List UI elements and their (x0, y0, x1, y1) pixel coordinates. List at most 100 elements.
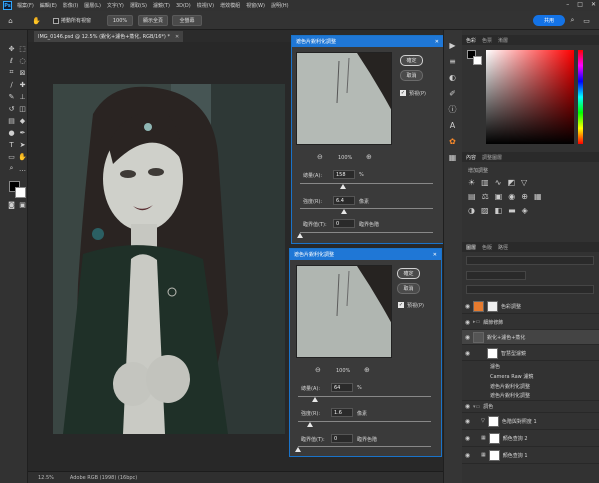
dialog-title-bar[interactable]: 遮色片銳利化調整 ✕ (290, 249, 441, 260)
info-icon[interactable]: ⓘ (447, 104, 458, 115)
libraries-icon[interactable]: ▦ (447, 152, 458, 163)
posterize-icon[interactable]: ▨ (481, 206, 489, 215)
layer-filter-bar[interactable] (466, 256, 594, 265)
eyedropper-icon[interactable]: ∕ (7, 80, 16, 89)
photo-filter-icon[interactable]: ◉ (508, 192, 515, 201)
threshold-slider-knob[interactable] (295, 447, 301, 452)
balance-icon[interactable]: ⚖ (482, 192, 489, 201)
filter-row[interactable]: 遮色片銳利化調整 (462, 391, 599, 401)
tab-gradients[interactable]: 漸層 (498, 37, 508, 44)
layer-row[interactable]: ◉ ▦ 顏色查詢 1 (462, 447, 599, 464)
history-brush-icon[interactable]: ↺ (7, 104, 16, 113)
threshold-slider-track[interactable] (300, 232, 433, 233)
blur-tool-icon[interactable]: ◆ (18, 116, 27, 125)
preview-checkbox[interactable]: ✓ (400, 90, 406, 96)
pen-tool-icon[interactable]: ✒ (18, 128, 27, 137)
workspace-icon[interactable]: ▭ (582, 16, 591, 25)
share-button[interactable]: 共用 (533, 15, 565, 26)
dodge-tool-icon[interactable]: ● (7, 128, 16, 137)
menu-help[interactable]: 說明(H) (271, 2, 289, 9)
layer-row[interactable]: ◉ ▦ 顏色查詢 2 (462, 430, 599, 447)
hand-tool-icon[interactable]: ✋ (32, 16, 41, 25)
preview-checkbox[interactable]: ✓ (398, 302, 404, 308)
lookup-icon[interactable]: ▦ (534, 192, 542, 201)
layer-row[interactable]: ◉ 色彩調整 (462, 299, 599, 314)
visibility-eye-icon[interactable]: ◉ (462, 435, 473, 442)
tab-color[interactable]: 色彩 (466, 37, 476, 44)
threshold-field[interactable]: 0 (331, 434, 353, 443)
threshold-field[interactable]: 0 (333, 219, 355, 228)
visibility-eye-icon[interactable]: ◉ (462, 452, 473, 459)
filter-preview[interactable] (296, 52, 392, 145)
brightness-icon[interactable]: ☀ (468, 178, 475, 187)
properties-icon[interactable]: ≡ (447, 56, 458, 67)
rectangle-tool-icon[interactable]: ▭ (7, 152, 16, 161)
search-icon[interactable]: ⌕ (568, 16, 577, 25)
layer-row[interactable]: ◉ 智慧型濾鏡 (462, 346, 599, 361)
amount-slider-knob[interactable] (339, 184, 346, 189)
ok-button[interactable]: 確定 (400, 55, 423, 66)
visibility-eye-icon[interactable]: ◉ (462, 418, 473, 425)
menu-edit[interactable]: 編輯(E) (40, 2, 57, 9)
menu-file[interactable]: 檔案(F) (17, 2, 34, 9)
document-tab[interactable]: IMG_0146.psd @ 12.5% (銳化+濾色+蒸化, RGB/16*)… (34, 31, 184, 42)
fill-screen-button[interactable]: 全螢幕 (172, 15, 202, 26)
tab-swatches[interactable]: 色票 (482, 37, 492, 44)
amount-slider-knob[interactable] (312, 397, 319, 402)
artboard-tool-icon[interactable]: ⬚ (18, 44, 27, 53)
tab-paths[interactable]: 路徑 (498, 244, 508, 251)
screen-mode-icon[interactable]: ▣ (18, 200, 27, 209)
adjust-icon[interactable]: ◐ (447, 72, 458, 83)
frame-tool-icon[interactable]: ⊠ (18, 68, 27, 77)
type-tool-icon[interactable]: T (7, 140, 16, 149)
amount-field[interactable]: 158 (333, 170, 355, 179)
curves-icon[interactable]: ∿ (495, 178, 502, 187)
mixer-icon[interactable]: ⊕ (521, 192, 528, 201)
filter-row[interactable]: 濾色 (462, 361, 599, 371)
exposure-icon[interactable]: ◩ (507, 178, 515, 187)
crop-tool-icon[interactable]: ⌗ (7, 68, 16, 77)
radius-slider-knob[interactable] (306, 422, 313, 427)
cancel-button[interactable]: 取消 (400, 70, 423, 81)
visibility-eye-icon[interactable]: ◉ (462, 403, 473, 410)
filter-preview[interactable] (296, 265, 392, 358)
quick-select-icon[interactable]: ◌ (18, 56, 27, 65)
home-icon[interactable]: ⌂ (6, 16, 15, 25)
layer-row[interactable]: ◉ ▾▭ 調色 (462, 401, 599, 413)
visibility-eye-icon[interactable]: ◉ (462, 334, 473, 341)
zoom-in-icon[interactable]: ⊕ (366, 153, 372, 161)
menu-select[interactable]: 選取(S) (130, 2, 147, 9)
amount-slider-track[interactable] (300, 183, 433, 184)
zoom-out-icon[interactable]: ⊖ (315, 366, 321, 374)
close-icon[interactable]: ✕ (433, 252, 437, 258)
tab-adjustments[interactable]: 調整圖層 (482, 154, 502, 161)
layer-row[interactable]: ◉ ▸▭ 細節修飾 (462, 315, 599, 330)
menu-3d[interactable]: 3D(D) (176, 3, 191, 9)
tab-properties[interactable]: 內容 (466, 154, 476, 161)
levels-icon[interactable]: ▥ (481, 178, 489, 187)
background-color-swatch[interactable] (473, 56, 482, 65)
move-tool-icon[interactable]: ✥ (7, 44, 16, 53)
close-tab-icon[interactable]: ✕ (175, 34, 179, 40)
ok-button[interactable]: 確定 (397, 268, 420, 279)
menu-type[interactable]: 文字(Y) (107, 2, 124, 9)
clone-stamp-icon[interactable]: ⊥ (18, 92, 27, 101)
tab-channels[interactable]: 色版 (482, 244, 492, 251)
plugin-icon[interactable]: ✿ (447, 136, 458, 147)
gradient-tool-icon[interactable]: ▤ (7, 116, 16, 125)
menu-image[interactable]: 影像(I) (63, 2, 78, 9)
background-color-swatch[interactable] (15, 187, 26, 198)
layer-row-selected[interactable]: ◉ 銳化+濾色+蒸化 (462, 330, 599, 345)
maximize-icon[interactable]: □ (577, 1, 583, 8)
path-select-icon[interactable]: ➤ (18, 140, 27, 149)
lasso-tool-icon[interactable]: ℓ (7, 56, 16, 65)
menu-filter[interactable]: 濾鏡(T) (153, 2, 170, 9)
dialog-title-bar[interactable]: 遮色片銳利化調整 ✕ (292, 36, 443, 47)
color-field[interactable] (486, 50, 574, 144)
zoom-in-icon[interactable]: ⊕ (364, 366, 370, 374)
radius-field[interactable]: 1.6 (331, 408, 353, 417)
tab-layers[interactable]: 圖層 (466, 244, 476, 251)
hue-icon[interactable]: ▤ (468, 192, 476, 201)
scroll-all-checkbox[interactable] (53, 18, 59, 24)
gradient-map-icon[interactable]: ▬ (508, 206, 516, 215)
